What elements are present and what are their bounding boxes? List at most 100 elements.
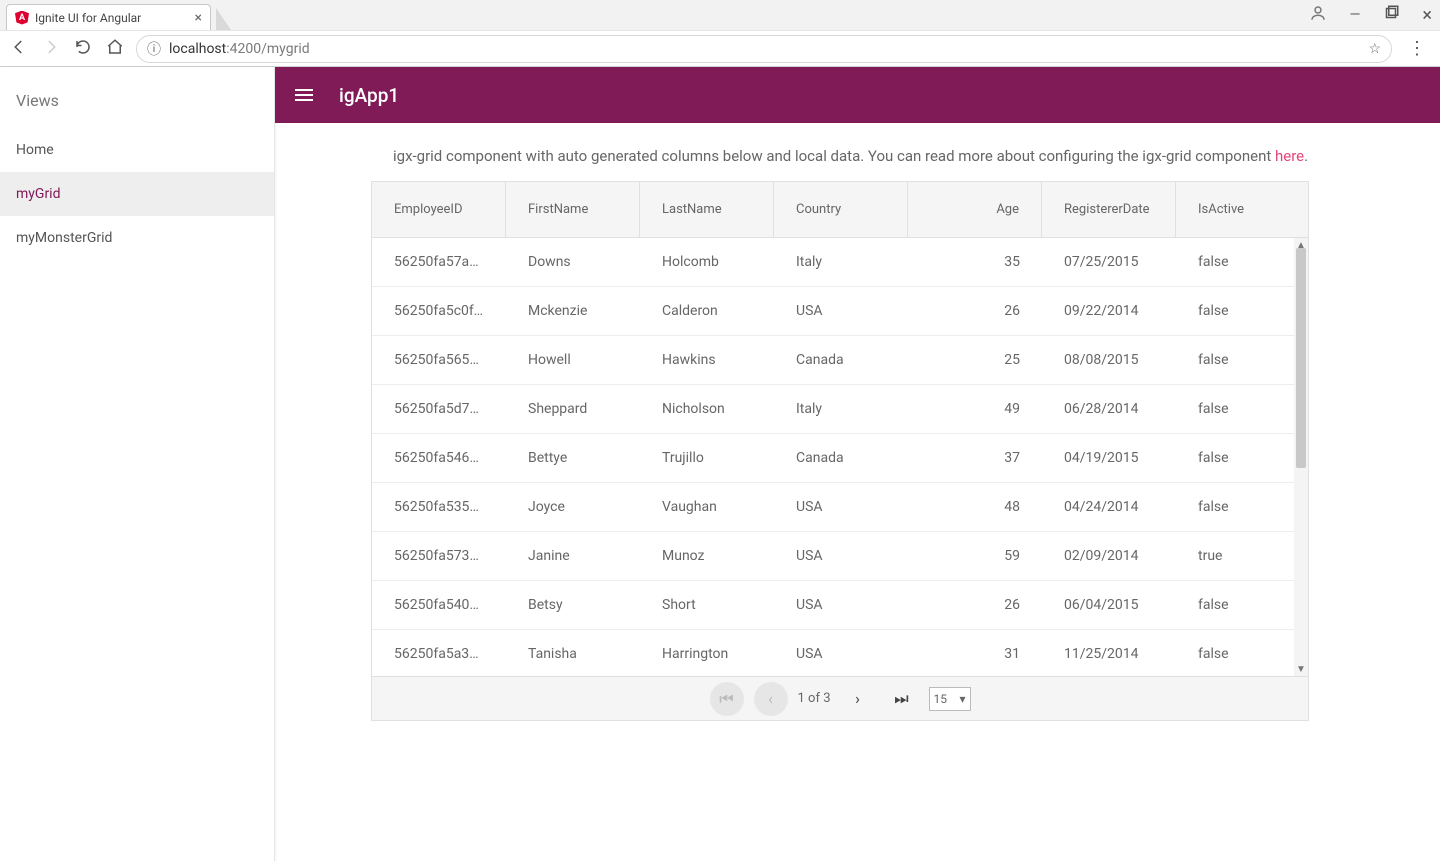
- column-header-registererdate[interactable]: RegistererDate: [1042, 182, 1176, 237]
- browser-chrome: A Ignite UI for Angular × — × ⓘ localhos…: [0, 0, 1440, 67]
- intro-text: igx-grid component with auto generated c…: [371, 147, 1440, 181]
- url-host: localhost:4200/mygrid: [169, 41, 310, 57]
- cell-last: Short: [640, 581, 774, 629]
- cell-age: 25: [908, 336, 1042, 384]
- column-header-lastname[interactable]: LastName: [640, 182, 774, 237]
- cell-id: 56250fa57ab...: [372, 238, 506, 286]
- cell-first: Downs: [506, 238, 640, 286]
- cell-last: Harrington: [640, 630, 774, 676]
- cell-age: 37: [908, 434, 1042, 482]
- cell-first: Sheppard: [506, 385, 640, 433]
- cell-first: Tanisha: [506, 630, 640, 676]
- cell-country: USA: [774, 287, 908, 335]
- cell-first: Bettye: [506, 434, 640, 482]
- cell-country: Canada: [774, 434, 908, 482]
- browser-menu-icon[interactable]: ⋮: [1404, 38, 1430, 59]
- table-row[interactable]: 56250fa5c0fd...MckenzieCalderonUSA2609/2…: [372, 287, 1308, 336]
- cell-date: 07/25/2015: [1042, 238, 1176, 286]
- angular-favicon: A: [15, 11, 29, 25]
- table-row[interactable]: 56250fa5732...JanineMunozUSA5902/09/2014…: [372, 532, 1308, 581]
- cell-country: Canada: [774, 336, 908, 384]
- home-icon[interactable]: [106, 38, 124, 60]
- cell-date: 04/19/2015: [1042, 434, 1176, 482]
- back-icon[interactable]: [10, 38, 28, 60]
- cell-first: Betsy: [506, 581, 640, 629]
- first-page-button: ⏮: [710, 682, 744, 716]
- cell-age: 26: [908, 287, 1042, 335]
- column-header-country[interactable]: Country: [774, 182, 908, 237]
- reload-icon[interactable]: [74, 38, 92, 60]
- page-size-select[interactable]: 15▾: [929, 687, 971, 711]
- scroll-thumb[interactable]: [1296, 248, 1306, 468]
- cell-first: Mckenzie: [506, 287, 640, 335]
- table-row[interactable]: 56250fa540b...BetsyShortUSA2606/04/2015f…: [372, 581, 1308, 630]
- site-info-icon[interactable]: ⓘ: [147, 39, 161, 59]
- cell-id: 56250fa5358...: [372, 483, 506, 531]
- cell-id: 56250fa540b...: [372, 581, 506, 629]
- column-header-firstname[interactable]: FirstName: [506, 182, 640, 237]
- cell-country: USA: [774, 581, 908, 629]
- cell-last: Trujillo: [640, 434, 774, 482]
- cell-age: 48: [908, 483, 1042, 531]
- table-row[interactable]: 56250fa565a...HowellHawkinsCanada2508/08…: [372, 336, 1308, 385]
- last-page-button[interactable]: ⏭: [885, 682, 919, 716]
- sidebar-item-mymonstergrid[interactable]: myMonsterGrid: [0, 216, 274, 260]
- cell-active: false: [1176, 434, 1308, 482]
- window-controls: — ×: [1309, 4, 1432, 26]
- column-header-age[interactable]: Age: [908, 182, 1042, 237]
- app-title: igApp1: [339, 84, 399, 107]
- grid-scrollbar[interactable]: ▲ ▼: [1294, 238, 1308, 676]
- user-icon[interactable]: [1309, 4, 1327, 26]
- close-tab-icon[interactable]: ×: [195, 11, 202, 25]
- forward-icon: [42, 38, 60, 60]
- sidebar-item-home[interactable]: Home: [0, 128, 274, 172]
- cell-first: Howell: [506, 336, 640, 384]
- table-row[interactable]: 56250fa5358...JoyceVaughanUSA4804/24/201…: [372, 483, 1308, 532]
- cell-country: Italy: [774, 385, 908, 433]
- address-bar: ⓘ localhost:4200/mygrid ☆ ⋮: [0, 30, 1440, 66]
- new-tab-button[interactable]: [216, 8, 231, 30]
- cell-active: false: [1176, 287, 1308, 335]
- app-root: Views HomemyGridmyMonsterGrid igApp1 igx…: [0, 67, 1440, 861]
- sidebar-item-mygrid[interactable]: myGrid: [0, 172, 274, 216]
- intro-link[interactable]: here: [1275, 147, 1304, 165]
- prev-page-button: ‹: [754, 682, 788, 716]
- close-window-icon[interactable]: ×: [1422, 5, 1432, 26]
- nav-icons: [10, 38, 124, 60]
- cell-id: 56250fa5c0fd...: [372, 287, 506, 335]
- hamburger-icon[interactable]: [295, 89, 313, 101]
- next-page-button[interactable]: ›: [841, 682, 875, 716]
- cell-age: 31: [908, 630, 1042, 676]
- cell-country: USA: [774, 532, 908, 580]
- table-row[interactable]: 56250fa5a33...TanishaHarringtonUSA3111/2…: [372, 630, 1308, 676]
- cell-age: 26: [908, 581, 1042, 629]
- browser-tab[interactable]: A Ignite UI for Angular ×: [6, 4, 211, 30]
- cell-last: Munoz: [640, 532, 774, 580]
- column-header-employeeid[interactable]: EmployeeID: [372, 182, 506, 237]
- cell-active: false: [1176, 336, 1308, 384]
- cell-last: Nicholson: [640, 385, 774, 433]
- cell-age: 35: [908, 238, 1042, 286]
- url-input[interactable]: ⓘ localhost:4200/mygrid ☆: [136, 35, 1392, 63]
- scroll-down-icon[interactable]: ▼: [1294, 662, 1308, 676]
- main: igApp1 igx-grid component with auto gene…: [275, 67, 1440, 861]
- minimize-icon[interactable]: —: [1349, 7, 1360, 23]
- cell-date: 02/09/2014: [1042, 532, 1176, 580]
- column-header-isactive[interactable]: IsActive: [1176, 182, 1308, 237]
- cell-active: false: [1176, 238, 1308, 286]
- cell-age: 49: [908, 385, 1042, 433]
- table-row[interactable]: 56250fa546a...BettyeTrujilloCanada3704/1…: [372, 434, 1308, 483]
- sidebar: Views HomemyGridmyMonsterGrid: [0, 67, 275, 861]
- chevron-down-icon: ▾: [959, 692, 965, 706]
- topbar: igApp1: [275, 67, 1440, 123]
- bookmark-star-icon[interactable]: ☆: [1368, 41, 1381, 57]
- cell-last: Hawkins: [640, 336, 774, 384]
- maximize-icon[interactable]: [1382, 4, 1400, 26]
- cell-country: USA: [774, 483, 908, 531]
- cell-id: 56250fa5d71...: [372, 385, 506, 433]
- table-row[interactable]: 56250fa57ab...DownsHolcombItaly3507/25/2…: [372, 238, 1308, 287]
- cell-last: Holcomb: [640, 238, 774, 286]
- cell-date: 08/08/2015: [1042, 336, 1176, 384]
- table-row[interactable]: 56250fa5d71...SheppardNicholsonItaly4906…: [372, 385, 1308, 434]
- grid-header-row: EmployeeID FirstName LastName Country Ag…: [372, 182, 1308, 238]
